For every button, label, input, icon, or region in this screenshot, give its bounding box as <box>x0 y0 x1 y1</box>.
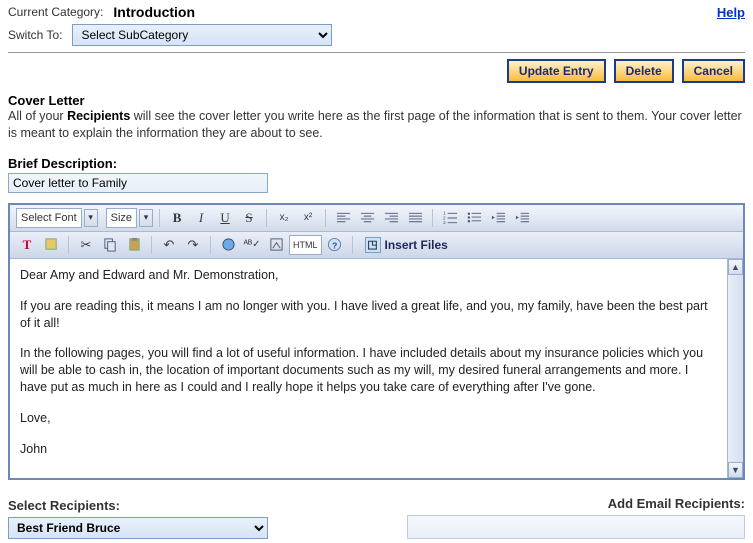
align-left-button[interactable] <box>332 208 354 228</box>
ordered-list-button[interactable]: 123 <box>439 208 461 228</box>
svg-text:?: ? <box>332 241 337 251</box>
brief-description-label: Brief Description: <box>8 156 745 171</box>
superscript-button[interactable]: x² <box>297 208 319 228</box>
delete-button[interactable]: Delete <box>614 59 674 83</box>
switch-to-label: Switch To: <box>8 28 62 42</box>
underline-button[interactable]: U <box>214 208 236 228</box>
html-source-button[interactable]: HTML <box>289 235 322 255</box>
unordered-list-button[interactable] <box>463 208 485 228</box>
current-category-value: Introduction <box>113 4 195 20</box>
insert-files-button[interactable]: ◳ Insert Files <box>359 237 454 253</box>
rich-text-editor: Select Font ▾ Size ▾ B I U S x₂ x² 123 T… <box>8 203 745 480</box>
align-center-button[interactable] <box>356 208 378 228</box>
italic-button[interactable]: I <box>190 208 212 228</box>
cover-letter-heading: Cover Letter <box>8 93 745 108</box>
cover-letter-desc: All of your Recipients will see the cove… <box>8 108 745 142</box>
spellcheck-button[interactable]: ᴬᴮ✓ <box>241 235 263 255</box>
add-email-recipients-box[interactable] <box>407 515 745 539</box>
add-email-recipients-label: Add Email Recipients: <box>407 496 745 511</box>
cancel-button[interactable]: Cancel <box>682 59 745 83</box>
current-category-label: Current Category: <box>8 5 103 19</box>
brief-description-input[interactable] <box>8 173 268 193</box>
special-char-button[interactable] <box>265 235 287 255</box>
select-recipients-select[interactable]: Best Friend Bruce <box>8 517 268 539</box>
scroll-down-icon[interactable]: ▼ <box>728 462 743 478</box>
help-link[interactable]: Help <box>717 5 745 20</box>
link-button[interactable] <box>217 235 239 255</box>
select-recipients-label: Select Recipients: <box>8 498 268 513</box>
help-button[interactable]: ? <box>324 235 346 255</box>
indent-button[interactable] <box>511 208 533 228</box>
size-select[interactable]: Size <box>106 208 137 228</box>
outdent-button[interactable] <box>487 208 509 228</box>
text-color-button[interactable]: T <box>16 235 38 255</box>
align-right-button[interactable] <box>380 208 402 228</box>
insert-files-icon: ◳ <box>365 237 381 253</box>
redo-button[interactable]: ↷ <box>182 235 204 255</box>
size-dropdown-icon[interactable]: ▾ <box>139 209 153 227</box>
paste-button[interactable] <box>123 235 145 255</box>
subscript-button[interactable]: x₂ <box>273 208 295 228</box>
font-dropdown-icon[interactable]: ▾ <box>84 209 98 227</box>
editor-scrollbar[interactable]: ▲ ▼ <box>727 259 743 478</box>
bold-button[interactable]: B <box>166 208 188 228</box>
cut-button[interactable]: ✂ <box>75 235 97 255</box>
background-color-button[interactable] <box>40 235 62 255</box>
font-select[interactable]: Select Font <box>16 208 82 228</box>
undo-button[interactable]: ↶ <box>158 235 180 255</box>
align-justify-button[interactable] <box>404 208 426 228</box>
update-entry-button[interactable]: Update Entry <box>507 59 606 83</box>
strike-button[interactable]: S <box>238 208 260 228</box>
copy-button[interactable] <box>99 235 121 255</box>
svg-text:3: 3 <box>443 220 446 225</box>
editor-textarea[interactable]: Dear Amy and Edward and Mr. Demonstratio… <box>10 259 727 478</box>
scroll-up-icon[interactable]: ▲ <box>728 259 743 275</box>
switch-to-select[interactable]: Select SubCategory <box>72 24 332 46</box>
